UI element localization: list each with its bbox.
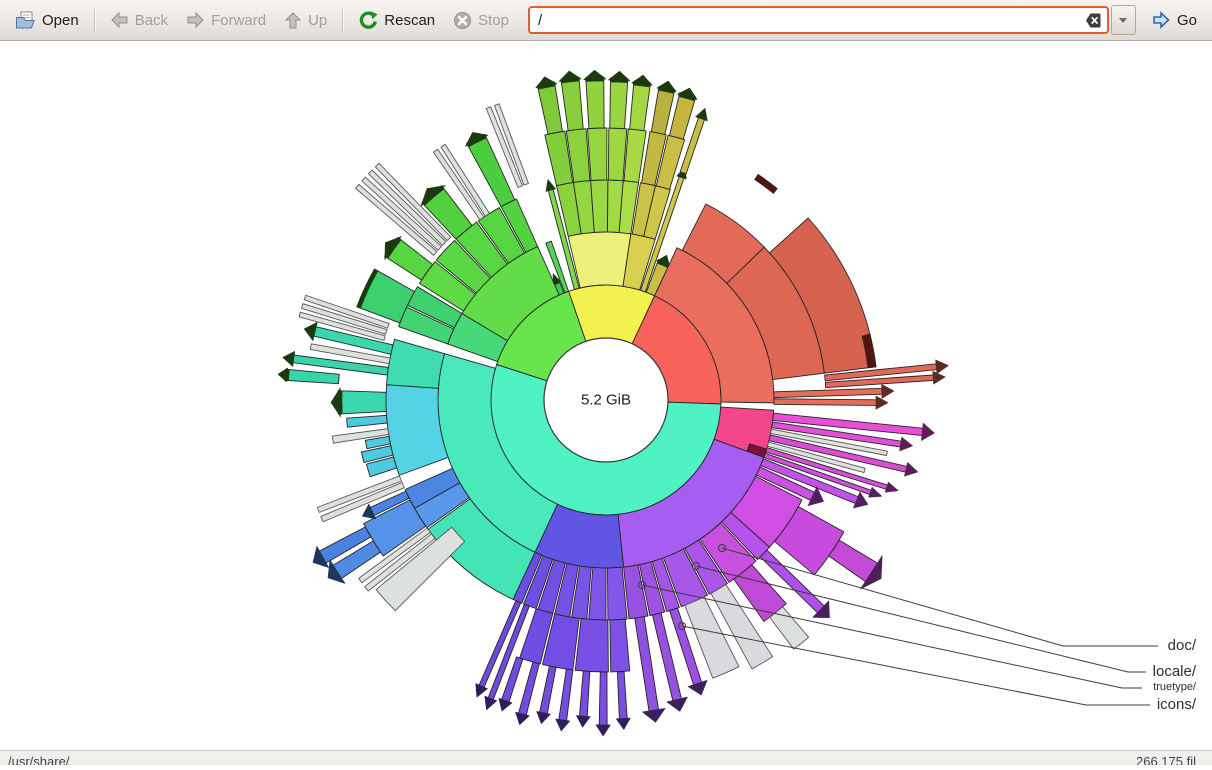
chart-label-truetype: truetype/ [1153, 681, 1196, 694]
status-path: /usr/share/ [8, 754, 70, 765]
status-bar: /usr/share/ 266,175 fil [0, 750, 1212, 765]
chart-label-locale: locale/ [1152, 662, 1196, 680]
chart-label-icons: icons/ [1156, 695, 1196, 713]
chart-label-doc: doc/ [1167, 636, 1196, 654]
total-size-label: 5.2 GiB [580, 391, 632, 409]
status-file-count: 266,175 fil [1136, 754, 1196, 765]
sunburst-chart[interactable] [0, 0, 1212, 765]
radial-map-area: doc/locale/truetype/icons/ 5.2 GiB [0, 0, 1212, 765]
